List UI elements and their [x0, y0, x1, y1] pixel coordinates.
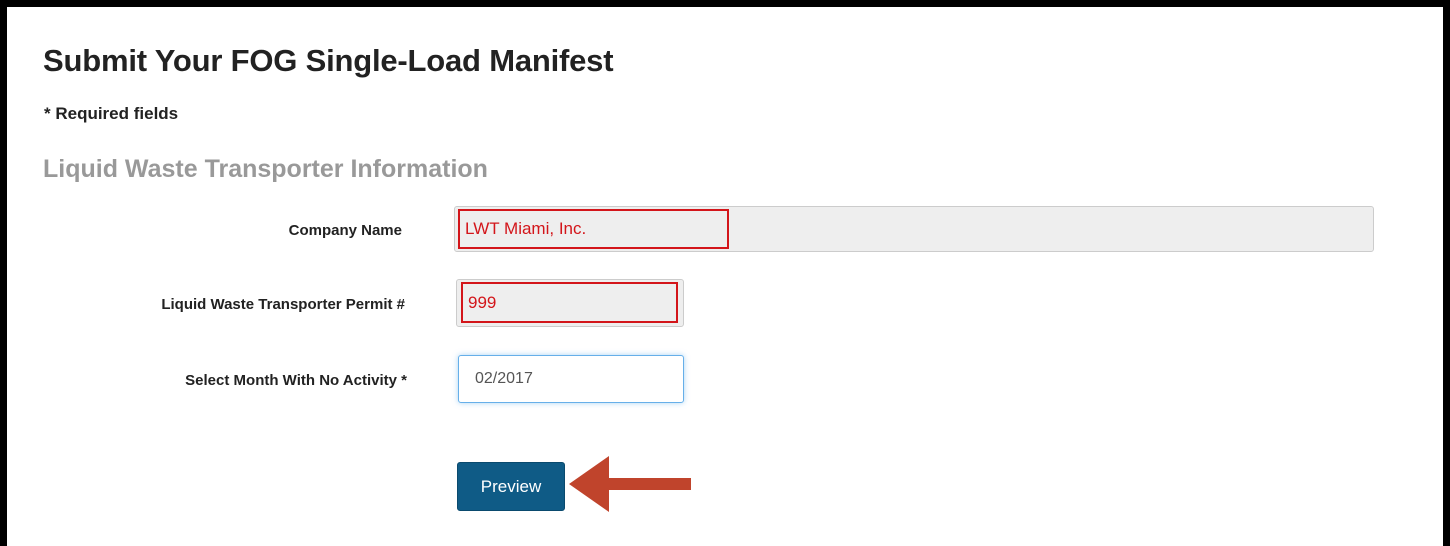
page-title: Submit Your FOG Single-Load Manifest [43, 43, 614, 78]
page-frame: Submit Your FOG Single-Load Manifest * R… [0, 0, 1450, 546]
arrow-left-icon [569, 456, 691, 512]
arrow-shape [569, 456, 691, 512]
section-title: Liquid Waste Transporter Information [43, 155, 488, 183]
permit-number-label: Liquid Waste Transporter Permit # [161, 296, 405, 313]
permit-number-value: 999 [461, 282, 678, 323]
company-name-label: Company Name [288, 222, 402, 239]
company-name-value: LWT Miami, Inc. [458, 209, 729, 249]
preview-button[interactable]: Preview [457, 462, 565, 511]
month-label: Select Month With No Activity * [185, 372, 407, 389]
month-input[interactable] [458, 355, 684, 403]
required-fields-note: * Required fields [44, 104, 179, 123]
